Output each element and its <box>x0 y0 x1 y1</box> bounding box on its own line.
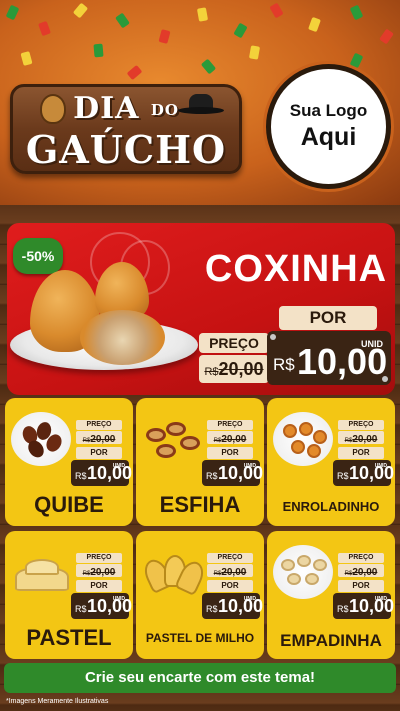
confetti <box>269 2 284 19</box>
preco-label: PREÇO <box>76 553 122 563</box>
product-card-pastel-de-milho: PREÇO R$20,00 POR UNID R$ 10,00 PASTEL DE … <box>136 531 264 659</box>
preco-label: PREÇO <box>199 333 269 353</box>
new-price: UNID R$ 10,00 <box>267 331 391 385</box>
por-label: POR <box>279 306 377 330</box>
logo-placeholder: Sua Logo Aqui <box>266 64 391 189</box>
product-name: PASTEL DE MILHO <box>145 631 255 645</box>
old-price: R$20,00 <box>76 431 122 445</box>
confetti <box>158 29 171 44</box>
confetti <box>349 52 364 69</box>
product-name: QUIBE <box>34 492 104 517</box>
new-price: UNID R$ 10,00 <box>202 593 263 619</box>
confetti <box>20 51 33 66</box>
pastel-de-milho-image <box>140 545 208 599</box>
product-card-esfiha: PREÇO R$20,00 POR UNID R$ 10,00 ESFIHA <box>136 398 264 526</box>
logo-line-1: Sua Logo <box>289 101 368 120</box>
confetti <box>379 28 394 45</box>
old-price: R$20,00 <box>207 564 253 578</box>
old-price: R$20,00 <box>207 431 253 445</box>
confetti <box>233 22 248 39</box>
por-label: POR <box>76 580 122 592</box>
product-name: ESFIHA <box>159 492 241 517</box>
product-card-enroladinho: PREÇO R$20,00 POR UNID R$ 10,00 ENROLADINH… <box>267 398 395 526</box>
confetti <box>248 45 261 60</box>
confetti <box>126 64 143 81</box>
old-price: R$20,00 <box>199 355 269 383</box>
preco-label: PREÇO <box>338 553 384 563</box>
product-name: EMPADINHA <box>280 631 382 650</box>
chimarrao-gourd-icon <box>40 94 66 124</box>
pastel-image <box>11 545 71 599</box>
gaucho-hat-icon <box>178 92 224 114</box>
confetti <box>200 58 217 75</box>
product-card-pastel: PREÇO R$20,00 POR UNID R$ 10,00 PASTEL <box>5 531 133 659</box>
preco-label: PREÇO <box>207 553 253 563</box>
new-price: UNID R$ 10,00 <box>333 460 394 486</box>
new-price: UNID R$ 10,00 <box>333 593 394 619</box>
enroladinho-image <box>273 412 333 466</box>
esfiha-image <box>142 412 202 466</box>
logo-line-2: Aqui <box>300 123 357 151</box>
confetti <box>38 20 51 37</box>
confetti <box>196 7 209 22</box>
confetti <box>349 4 364 21</box>
new-price: UNID R$ 10,00 <box>71 460 132 486</box>
old-price: R$20,00 <box>338 431 384 445</box>
old-price: R$20,00 <box>76 564 122 578</box>
por-label: POR <box>207 447 253 459</box>
discount-badge: -50% <box>13 238 63 274</box>
confetti <box>72 2 89 19</box>
new-price: UNID R$ 10,00 <box>71 593 132 619</box>
product-card-quibe: PREÇO R$20,00 POR UNID R$ 10,00 QUIBE <box>5 398 133 526</box>
new-price: UNID R$ 10,00 <box>202 460 263 486</box>
featured-product-name: COXINHA <box>204 248 388 290</box>
coxinha-cut-image <box>80 310 165 365</box>
preco-label: PREÇO <box>207 420 253 430</box>
confetti <box>115 12 130 29</box>
product-name: PASTEL <box>26 625 112 650</box>
product-name: ENROLADINHO <box>282 499 380 514</box>
header-banner: DIA DO GAÚCHO Sua Logo Aqui <box>0 0 400 205</box>
disclaimer-footnote: *Imagens Meramente Ilustrativas <box>6 698 109 705</box>
confetti <box>93 43 104 58</box>
confetti <box>5 4 20 21</box>
por-label: POR <box>76 447 122 459</box>
por-label: POR <box>338 447 384 459</box>
quibe-image <box>11 412 71 466</box>
empadinha-image <box>273 545 333 599</box>
product-card-empadinha: PREÇO R$20,00 POR UNID R$ 10,00 EMPADINHA <box>267 531 395 659</box>
por-label: POR <box>338 580 384 592</box>
title-line-2: GAÚCHO <box>25 127 227 172</box>
preco-label: PREÇO <box>76 420 122 430</box>
preco-label: PREÇO <box>338 420 384 430</box>
create-flyer-button[interactable]: Crie seu encarte com este tema! <box>4 663 396 693</box>
confetti <box>308 16 321 33</box>
old-price: R$20,00 <box>338 564 384 578</box>
por-label: POR <box>207 580 253 592</box>
